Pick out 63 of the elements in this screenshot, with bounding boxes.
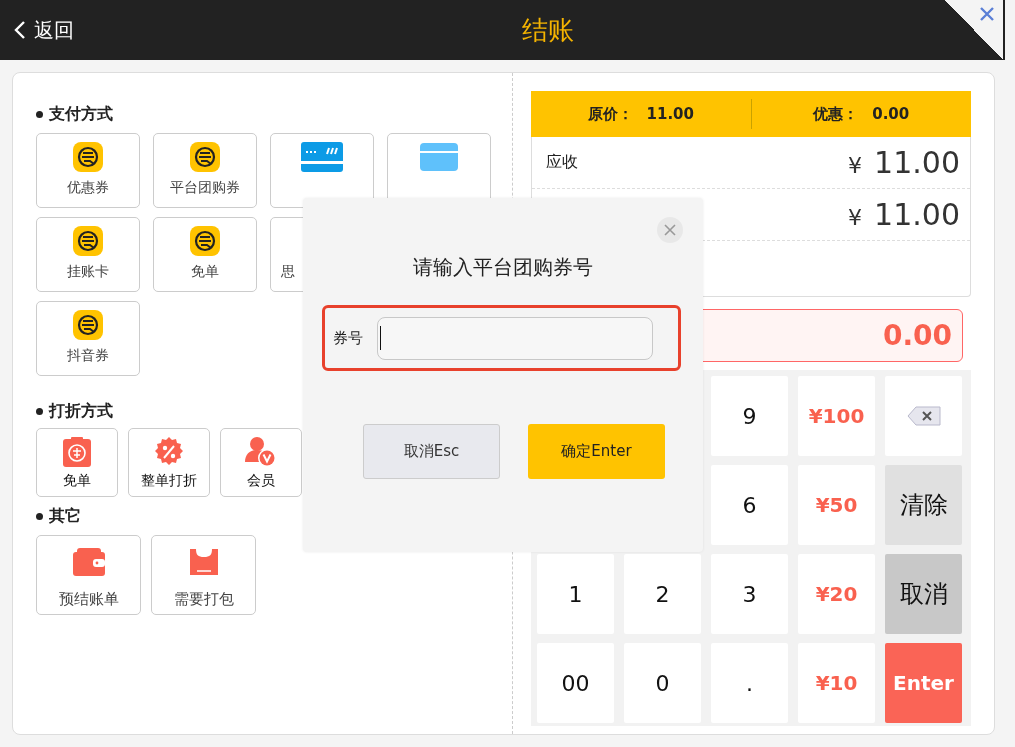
coupon-logo-icon <box>189 142 221 172</box>
section-heading: 打折方式 <box>49 400 113 422</box>
page-title: 结账 <box>520 13 575 47</box>
close-icon <box>980 7 994 21</box>
keypad-key[interactable]: 取消 <box>885 554 962 634</box>
field-label: 券号 <box>333 328 363 348</box>
coupon-logo-icon <box>72 142 104 172</box>
cancel-button[interactable]: 取消Esc <box>363 424 500 479</box>
bullet-icon <box>36 110 43 118</box>
bullet-icon <box>36 407 43 415</box>
keypad-key[interactable]: 2 <box>624 554 701 634</box>
option-tile[interactable]: 需要打包 <box>151 535 256 615</box>
currency-sign: ¥ <box>848 153 863 178</box>
keypad-key[interactable]: 清除 <box>885 465 962 545</box>
bullet-icon <box>36 512 43 520</box>
option-tile[interactable]: 会员 <box>220 428 302 497</box>
input-field[interactable] <box>377 316 653 360</box>
member-icon <box>245 436 277 468</box>
option-tile[interactable]: 整单打折 <box>128 428 210 497</box>
clipboard-icon <box>63 437 91 467</box>
card-icon <box>420 143 458 171</box>
close-icon <box>664 224 676 236</box>
dialog-title: 请输入平台团购券号 <box>412 254 594 281</box>
coupon-logo-icon <box>189 226 221 256</box>
option-tile[interactable]: 挂账卡 <box>36 217 140 292</box>
option-tile[interactable]: 抖音券 <box>36 301 140 376</box>
section-heading: 支付方式 <box>49 103 113 125</box>
keypad-key[interactable]: 00 <box>537 643 614 723</box>
backspace-icon <box>906 406 941 426</box>
keypad-key[interactable]: 9 <box>711 376 788 456</box>
close-button[interactable] <box>979 6 995 22</box>
option-tile[interactable] <box>270 133 374 208</box>
option-tile[interactable]: 免单 <box>153 217 257 292</box>
amount-value: 11.00 <box>874 145 960 180</box>
chevron-left-icon <box>14 20 26 40</box>
keypad-key[interactable]: 3 <box>711 554 788 634</box>
text-cursor <box>380 326 381 350</box>
discount-value: 0.00 <box>872 104 910 124</box>
amount-value: 11.00 <box>874 197 960 232</box>
keypad-key[interactable]: . <box>711 643 788 723</box>
wallet-icon <box>72 548 105 576</box>
keypad-key[interactable]: 6 <box>711 465 788 545</box>
keypad-key[interactable]: 0 <box>624 643 701 723</box>
bank-card-icon <box>301 142 343 172</box>
option-tile[interactable]: 免单 <box>36 428 118 497</box>
close-button[interactable] <box>657 217 683 243</box>
option-tile[interactable]: 预结账单 <box>36 535 141 615</box>
bag-icon <box>189 547 218 577</box>
row-label: 应收 <box>546 152 578 173</box>
back-button[interactable]: 返回 <box>0 0 150 60</box>
price-label: 原价： <box>587 104 633 124</box>
coupon-logo-icon <box>72 310 104 340</box>
keypad-key[interactable]: 1 <box>537 554 614 634</box>
discount-label: 优惠： <box>813 104 859 124</box>
currency-sign: ¥ <box>848 205 863 230</box>
coupon-logo-icon <box>72 226 104 256</box>
percent-badge-icon <box>154 437 184 467</box>
option-tile[interactable]: 优惠券 <box>36 133 140 208</box>
backspace-key[interactable] <box>885 376 962 456</box>
confirm-button[interactable]: 确定Enter <box>528 424 665 479</box>
price-value: 11.00 <box>646 104 694 124</box>
section-heading: 其它 <box>49 505 81 527</box>
option-tile[interactable]: 平台团购券 <box>153 133 257 208</box>
